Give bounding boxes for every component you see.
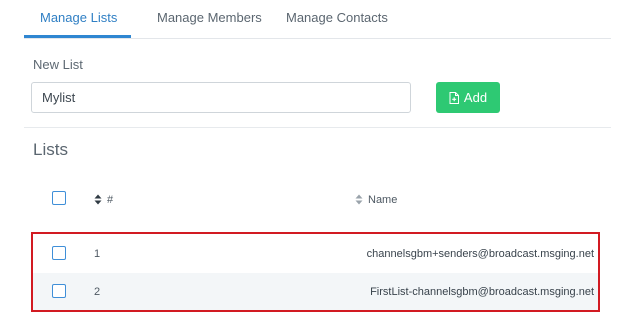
sort-icon[interactable]	[355, 194, 363, 205]
row-name: channelsgbm+senders@broadcast.msging.net	[366, 248, 594, 260]
table-row[interactable]: 2 FirstList-channelsgbm@broadcast.msging…	[31, 273, 600, 310]
tab-manage-contacts[interactable]: Manage Contacts	[286, 10, 388, 25]
select-all-checkbox[interactable]	[52, 191, 66, 205]
column-header-name[interactable]: Name	[368, 194, 397, 206]
sort-icon[interactable]	[94, 194, 102, 205]
tabs-bar: Manage Lists Manage Members Manage Conta…	[24, 0, 611, 39]
row-id: 2	[94, 286, 101, 298]
table-row[interactable]: 1 channelsgbm+senders@broadcast.msging.n…	[31, 235, 600, 272]
lists-title: Lists	[33, 140, 68, 159]
document-add-icon	[449, 91, 459, 104]
row-checkbox[interactable]	[52, 284, 66, 298]
add-button-label: Add	[463, 90, 488, 105]
new-list-label: New List	[33, 57, 83, 72]
row-checkbox[interactable]	[52, 246, 66, 260]
section-divider	[24, 127, 611, 128]
row-name: FirstList-channelsgbm@broadcast.msging.n…	[370, 286, 594, 298]
tab-manage-lists[interactable]: Manage Lists	[40, 10, 117, 25]
tab-manage-members[interactable]: Manage Members	[157, 10, 262, 25]
new-list-input[interactable]	[31, 82, 411, 113]
row-id: 1	[94, 248, 101, 260]
add-button[interactable]: Add	[436, 82, 500, 113]
column-header-id[interactable]: #	[107, 194, 113, 206]
active-tab-indicator	[24, 35, 131, 38]
